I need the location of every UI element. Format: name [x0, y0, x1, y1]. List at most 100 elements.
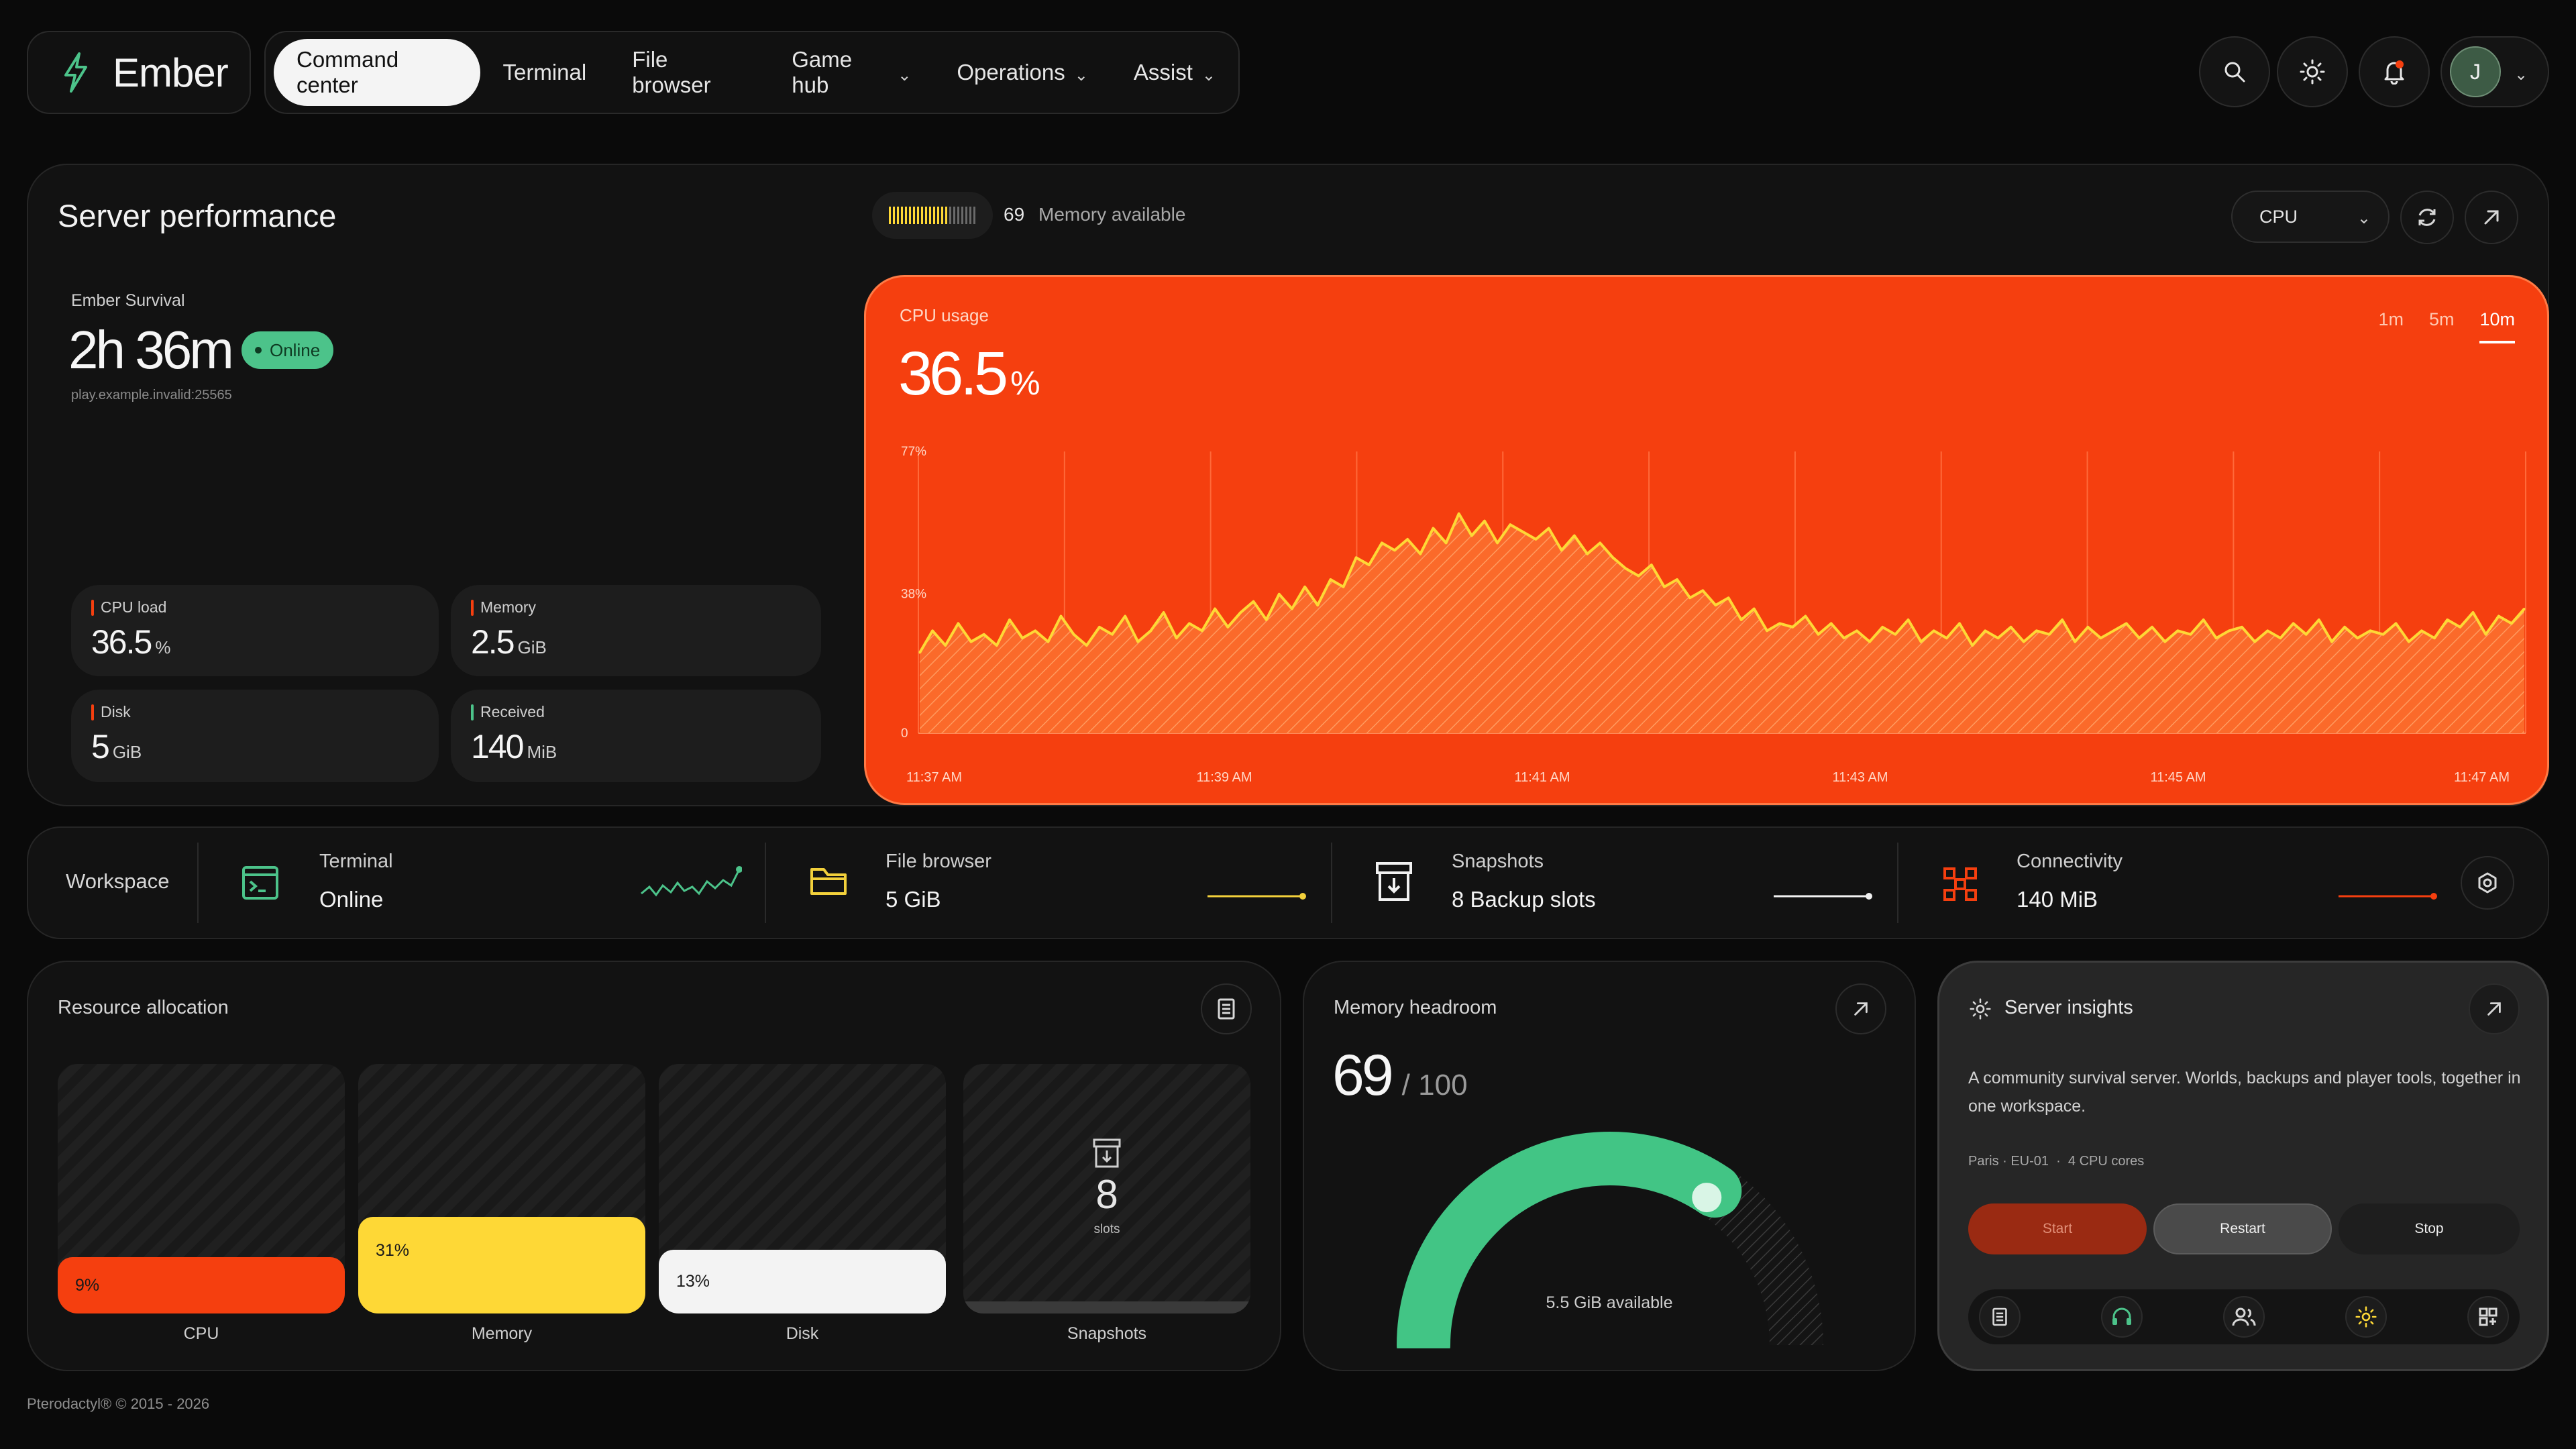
cpu-data-point — [2279, 637, 2282, 639]
snapshots-base — [963, 1301, 1250, 1313]
expand-button[interactable] — [2465, 191, 2518, 244]
gauge-fill — [1397, 1132, 1742, 1348]
cpu-data-point — [1163, 611, 1165, 614]
main-nav: Command center Terminal File browser Gam… — [264, 31, 1240, 114]
divider — [197, 843, 199, 923]
workspace-item-title[interactable]: Snapshots — [1452, 851, 1544, 873]
cpu-data-point — [2228, 629, 2231, 632]
cpu-data-point — [1688, 596, 1691, 599]
cpu-data-point — [1996, 637, 1999, 639]
toolbar-theme-button[interactable] — [2345, 1296, 2387, 1338]
meter-tick — [901, 207, 903, 224]
cpu-data-point — [2305, 633, 2308, 636]
cpu-data-point — [1008, 619, 1011, 621]
cpu-data-point — [931, 629, 934, 632]
cpu-data-point — [918, 651, 921, 654]
grid-icon — [2478, 1307, 2498, 1327]
cpu-data-point — [2330, 641, 2333, 643]
search-button[interactable] — [2199, 36, 2270, 107]
cpu-data-point — [1920, 641, 1923, 643]
memory-available-label: Memory available — [1038, 204, 1186, 225]
metric-select[interactable]: CPU ⌄ — [2231, 191, 2390, 243]
stat-unit: GiB — [517, 637, 547, 657]
divider — [765, 843, 766, 923]
divider — [1897, 843, 1898, 923]
sun-icon — [2300, 59, 2325, 85]
nav-command-center[interactable]: Command center — [274, 39, 480, 106]
workspace-item-title[interactable]: Connectivity — [2017, 851, 2123, 873]
workspace-item-title[interactable]: Terminal — [319, 851, 393, 873]
cpu-data-point — [1136, 641, 1139, 643]
cpu-data-point — [1548, 527, 1550, 530]
allocation-report-button[interactable] — [1201, 983, 1252, 1034]
brand[interactable]: Ember — [27, 31, 251, 114]
toolbar-support-button[interactable] — [2101, 1296, 2143, 1338]
cpu-data-point — [996, 644, 998, 647]
user-menu[interactable]: J ⌄ — [2440, 36, 2549, 107]
allocation-column-memory: 31% — [358, 1064, 645, 1313]
meter-tick — [929, 207, 931, 224]
x-tick-label: 11:43 AM — [1832, 770, 1888, 785]
cpu-data-point — [2471, 611, 2474, 614]
allocation-column-disk: 13% — [659, 1064, 946, 1313]
cpu-data-point — [1239, 611, 1242, 614]
stop-button[interactable]: Stop — [2339, 1203, 2520, 1254]
headroom-title: Memory headroom — [1334, 997, 1497, 1018]
cpu-data-point — [1188, 622, 1191, 625]
meter-tick — [953, 207, 955, 224]
cpu-data-point — [1355, 556, 1358, 559]
nav-assist[interactable]: Assist ⌄ — [1111, 39, 1238, 106]
cpu-data-point — [1149, 629, 1152, 632]
meter-tick — [917, 207, 919, 224]
cpu-data-point — [1085, 644, 1088, 647]
cpu-data-point — [983, 633, 985, 636]
notifications-button[interactable] — [2359, 36, 2430, 107]
nav-label: File browser — [632, 47, 711, 97]
insights-expand-button[interactable] — [2469, 983, 2520, 1034]
cpu-data-point — [1458, 513, 1460, 515]
nav-terminal[interactable]: Terminal — [480, 39, 610, 106]
chevron-down-icon: ⌄ — [898, 66, 912, 85]
cpu-data-point — [1894, 633, 1896, 636]
stat-label: Memory — [480, 598, 537, 616]
nav-label: Terminal — [502, 60, 587, 85]
toolbar-players-button[interactable] — [2223, 1296, 2265, 1338]
toolbar-document-button[interactable] — [1979, 1296, 2021, 1338]
cpu-data-point — [2202, 619, 2205, 621]
restart-button[interactable]: Restart — [2153, 1203, 2332, 1254]
cpu-data-point — [1817, 633, 1820, 636]
stat-card-memory: Memory 2.5 GiB — [451, 585, 821, 676]
snapshots-count: 8 — [1095, 1172, 1118, 1217]
arrow-up-right-icon — [2481, 207, 2502, 227]
cpu-data-point — [1509, 523, 1511, 526]
archive-icon — [1375, 861, 1413, 902]
headroom-expand-button[interactable] — [1835, 983, 1886, 1034]
nav-label: Game hub — [792, 47, 853, 97]
start-button[interactable]: Start — [1968, 1203, 2147, 1254]
allocation-column-cpu: 9% — [58, 1064, 345, 1313]
memory-meter-ticks — [889, 207, 975, 224]
bolt-icon — [63, 52, 89, 93]
theme-toggle-button[interactable] — [2277, 36, 2348, 107]
nav-label: Operations — [957, 60, 1065, 85]
nav-file-browser[interactable]: File browser — [609, 39, 769, 106]
allocation-label: Snapshots — [1067, 1324, 1147, 1343]
cpu-data-point — [2100, 637, 2102, 639]
refresh-button[interactable] — [2400, 191, 2454, 244]
stat-card-disk: Disk 5 GiB — [71, 690, 439, 782]
workspace-item-title[interactable]: File browser — [885, 851, 991, 873]
snapshots-sparkline — [1774, 893, 1872, 900]
cpu-data-point — [2151, 626, 2153, 629]
cpu-data-point — [1059, 614, 1062, 617]
cpu-data-point — [957, 622, 959, 625]
insights-description: A community survival server. Worlds, bac… — [1968, 1069, 2521, 1116]
nav-game-hub[interactable]: Game hub ⌄ — [769, 39, 934, 106]
cpu-data-point — [2215, 637, 2218, 639]
workspace-settings-button[interactable] — [2461, 856, 2514, 910]
cpu-data-point — [1868, 641, 1871, 643]
nav-operations[interactable]: Operations ⌄ — [934, 39, 1111, 106]
cpu-data-point — [2369, 629, 2371, 632]
cpu-data-point — [1638, 574, 1640, 577]
status-text: Online — [270, 339, 321, 360]
toolbar-grid-button[interactable] — [2467, 1296, 2509, 1338]
